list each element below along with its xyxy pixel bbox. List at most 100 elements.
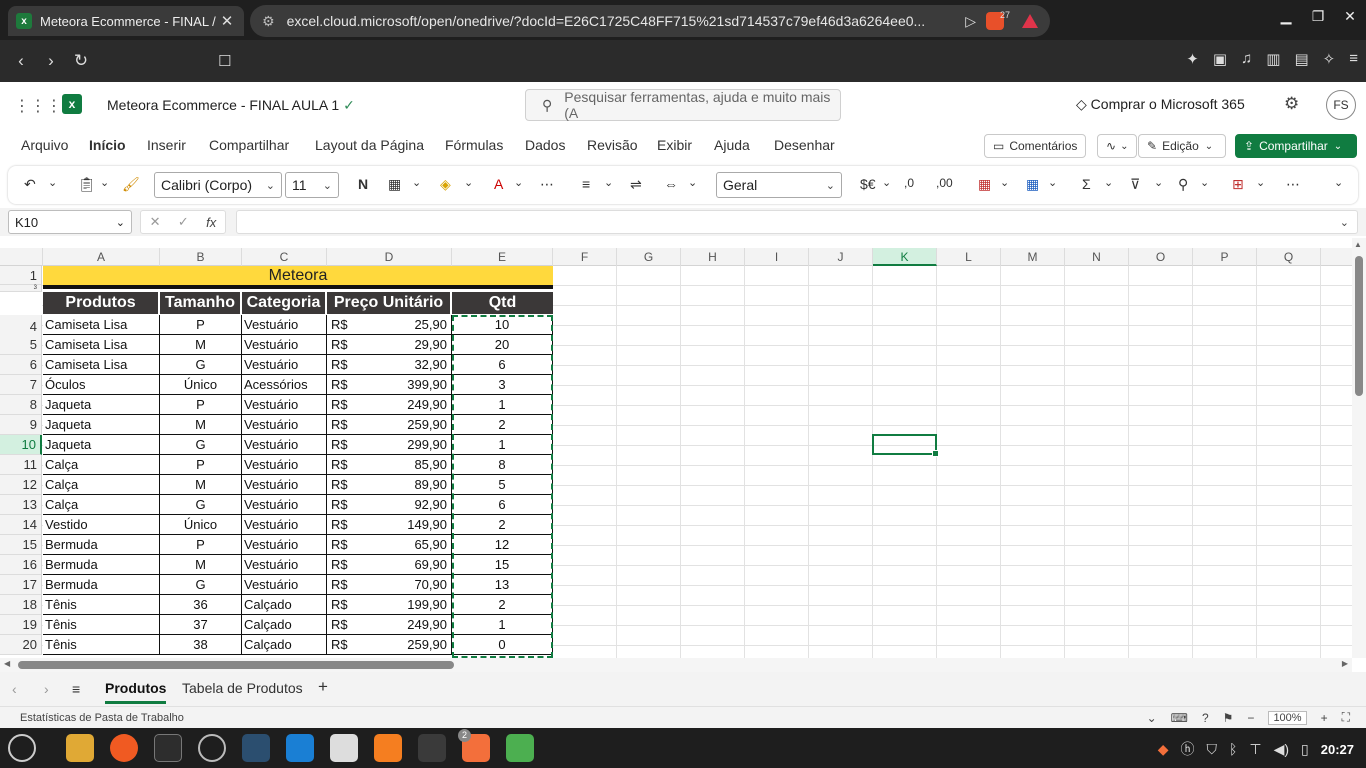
database-app-icon[interactable] — [242, 734, 270, 762]
cell-categoria[interactable]: Vestuário — [242, 435, 327, 455]
hp-tray-icon[interactable]: ⓗ — [1180, 739, 1194, 759]
volume-icon[interactable]: ◀) — [1274, 741, 1289, 758]
cell-qtd[interactable]: 0 — [452, 635, 553, 655]
number-format-select[interactable]: Geral ⌄ — [716, 172, 842, 198]
sort-filter-dropdown-icon[interactable]: ⌄ — [1154, 176, 1163, 189]
find-icon[interactable]: ⚲ — [1178, 176, 1188, 193]
cell-produto[interactable]: Calça — [43, 495, 160, 515]
row-header[interactable]: 17 — [0, 575, 42, 595]
column-header[interactable]: J — [809, 248, 873, 266]
brave-tray-icon[interactable]: ◆ — [1158, 741, 1169, 758]
format-painter-icon[interactable]: 🖌︎ — [122, 176, 140, 193]
cell-tamanho[interactable]: G — [160, 355, 242, 375]
cell-produto[interactable]: Tênis — [43, 615, 160, 635]
column-header[interactable]: H — [681, 248, 745, 266]
column-header[interactable]: L — [937, 248, 1001, 266]
tab-dados[interactable]: Dados — [525, 137, 565, 153]
cell-tamanho[interactable]: 37 — [160, 615, 242, 635]
cell-categoria[interactable]: Vestuário — [242, 575, 327, 595]
row-header[interactable]: 13 — [0, 495, 42, 515]
row-header[interactable]: 12 — [0, 475, 42, 495]
bold-button[interactable]: N — [358, 176, 368, 192]
font-color-icon[interactable]: A — [494, 176, 503, 192]
cell-preco[interactable]: R$ 85,90 — [327, 455, 452, 475]
vertical-scroll-thumb[interactable] — [1355, 256, 1363, 396]
header-cell-qtd[interactable]: Qtd — [452, 292, 553, 314]
cell-tamanho[interactable]: P — [160, 455, 242, 475]
cell-preco[interactable]: R$ 65,90 — [327, 535, 452, 555]
cell-produto[interactable]: Jaqueta — [43, 415, 160, 435]
rocket-app-icon[interactable] — [418, 734, 446, 762]
editing-mode-button[interactable]: ✎ Edição ⌄ — [1138, 134, 1226, 158]
add-ins-icon[interactable]: ⊞ — [1232, 176, 1244, 193]
cell-preco[interactable]: R$ 70,90 — [327, 575, 452, 595]
cell-categoria[interactable]: Vestuário — [242, 555, 327, 575]
tab-ajuda[interactable]: Ajuda — [714, 137, 750, 153]
font-size-select[interactable]: 11 ⌄ — [285, 172, 339, 198]
autosum-icon[interactable]: Σ — [1082, 176, 1091, 192]
prev-sheet-icon[interactable]: ‹ — [12, 681, 17, 697]
fill-color-icon[interactable]: ◈ — [440, 176, 451, 193]
help-icon[interactable]: ? — [1202, 711, 1209, 725]
cell-preco[interactable]: R$ 399,90 — [327, 375, 452, 395]
header-cell-produtos[interactable]: Produtos — [43, 292, 160, 314]
menu-icon[interactable]: ≡ — [1349, 50, 1358, 68]
cell-categoria[interactable]: Vestuário — [242, 475, 327, 495]
row-header[interactable]: 3 — [0, 285, 42, 292]
cell-qtd[interactable]: 6 — [452, 495, 553, 515]
start-menu-icon[interactable] — [8, 734, 36, 762]
horizontal-scrollbar[interactable]: ◀ ▶ — [0, 658, 1352, 672]
cell-qtd[interactable]: 13 — [452, 575, 553, 595]
cell-preco[interactable]: R$ 25,90 — [327, 315, 452, 335]
cell-preco[interactable]: R$ 29,90 — [327, 335, 452, 355]
wrap-text-icon[interactable]: ⇌ — [630, 176, 642, 193]
row-header[interactable]: 18 — [0, 595, 42, 615]
borders-dropdown-icon[interactable]: ⌄ — [412, 176, 421, 189]
reload-icon[interactable]: ↻ — [66, 51, 96, 71]
align-icon[interactable]: ≡ — [582, 176, 590, 192]
row-header[interactable]: 20 — [0, 635, 42, 655]
tab-inicio[interactable]: Início — [89, 137, 126, 153]
tab-revisao[interactable]: Revisão — [587, 137, 638, 153]
cell-categoria[interactable]: Calçado — [242, 615, 327, 635]
formula-input[interactable]: ⌄ — [236, 210, 1358, 234]
add-sheet-icon[interactable]: + — [318, 677, 328, 697]
cell-tamanho[interactable]: P — [160, 535, 242, 555]
cell-qtd[interactable]: 20 — [452, 335, 553, 355]
cancel-icon[interactable]: ✕ — [150, 214, 161, 230]
column-header[interactable]: C — [242, 248, 327, 266]
undo-dropdown-icon[interactable]: ⌄ — [48, 176, 57, 189]
header-cell-tamanho[interactable]: Tamanho — [160, 292, 242, 314]
cell-categoria[interactable]: Calçado — [242, 595, 327, 615]
borders-icon[interactable]: ▦ — [388, 176, 401, 193]
leo-icon[interactable]: ✧ — [1323, 50, 1336, 68]
comments-button[interactable]: ▭ Comentários — [984, 134, 1087, 158]
sheet-title-cell[interactable]: Meteora — [43, 266, 553, 285]
decrease-decimal-icon[interactable]: ,0 — [904, 176, 914, 190]
cell-qtd[interactable]: 15 — [452, 555, 553, 575]
excel-logo-icon[interactable]: x — [62, 94, 82, 114]
horizontal-scroll-thumb[interactable] — [18, 661, 454, 669]
cell-categoria[interactable]: Vestuário — [242, 455, 327, 475]
expand-formula-icon[interactable]: ⌄ — [1340, 216, 1349, 229]
column-header[interactable]: P — [1193, 248, 1257, 266]
cell-categoria[interactable]: Vestuário — [242, 415, 327, 435]
cell-qtd[interactable]: 1 — [452, 615, 553, 635]
files-app-icon[interactable] — [66, 734, 94, 762]
vscode-app-icon[interactable] — [286, 734, 314, 762]
spreadsheet-grid[interactable]: A B C D E F G H I J K L M N O P Q 134567… — [0, 238, 1352, 658]
zoom-out-icon[interactable]: − — [1247, 711, 1254, 725]
cell-produto[interactable]: Bermuda — [43, 535, 160, 555]
maximize-icon[interactable]: ❐ — [1302, 8, 1334, 25]
row-header[interactable]: 15 — [0, 535, 42, 555]
sheet-tab-produtos[interactable]: Produtos — [105, 680, 167, 704]
bluetooth-icon[interactable]: ᛒ — [1229, 741, 1237, 757]
cell-categoria[interactable]: Vestuário — [242, 495, 327, 515]
cell-preco[interactable]: R$ 249,90 — [327, 395, 452, 415]
extensions-icon[interactable]: ✦ — [1186, 50, 1199, 68]
cell-tamanho[interactable]: 36 — [160, 595, 242, 615]
cell-produto[interactable]: Óculos — [43, 375, 160, 395]
forward-icon[interactable]: › — [36, 51, 66, 71]
row-header[interactable]: 19 — [0, 615, 42, 635]
cell-categoria[interactable]: Acessórios — [242, 375, 327, 395]
